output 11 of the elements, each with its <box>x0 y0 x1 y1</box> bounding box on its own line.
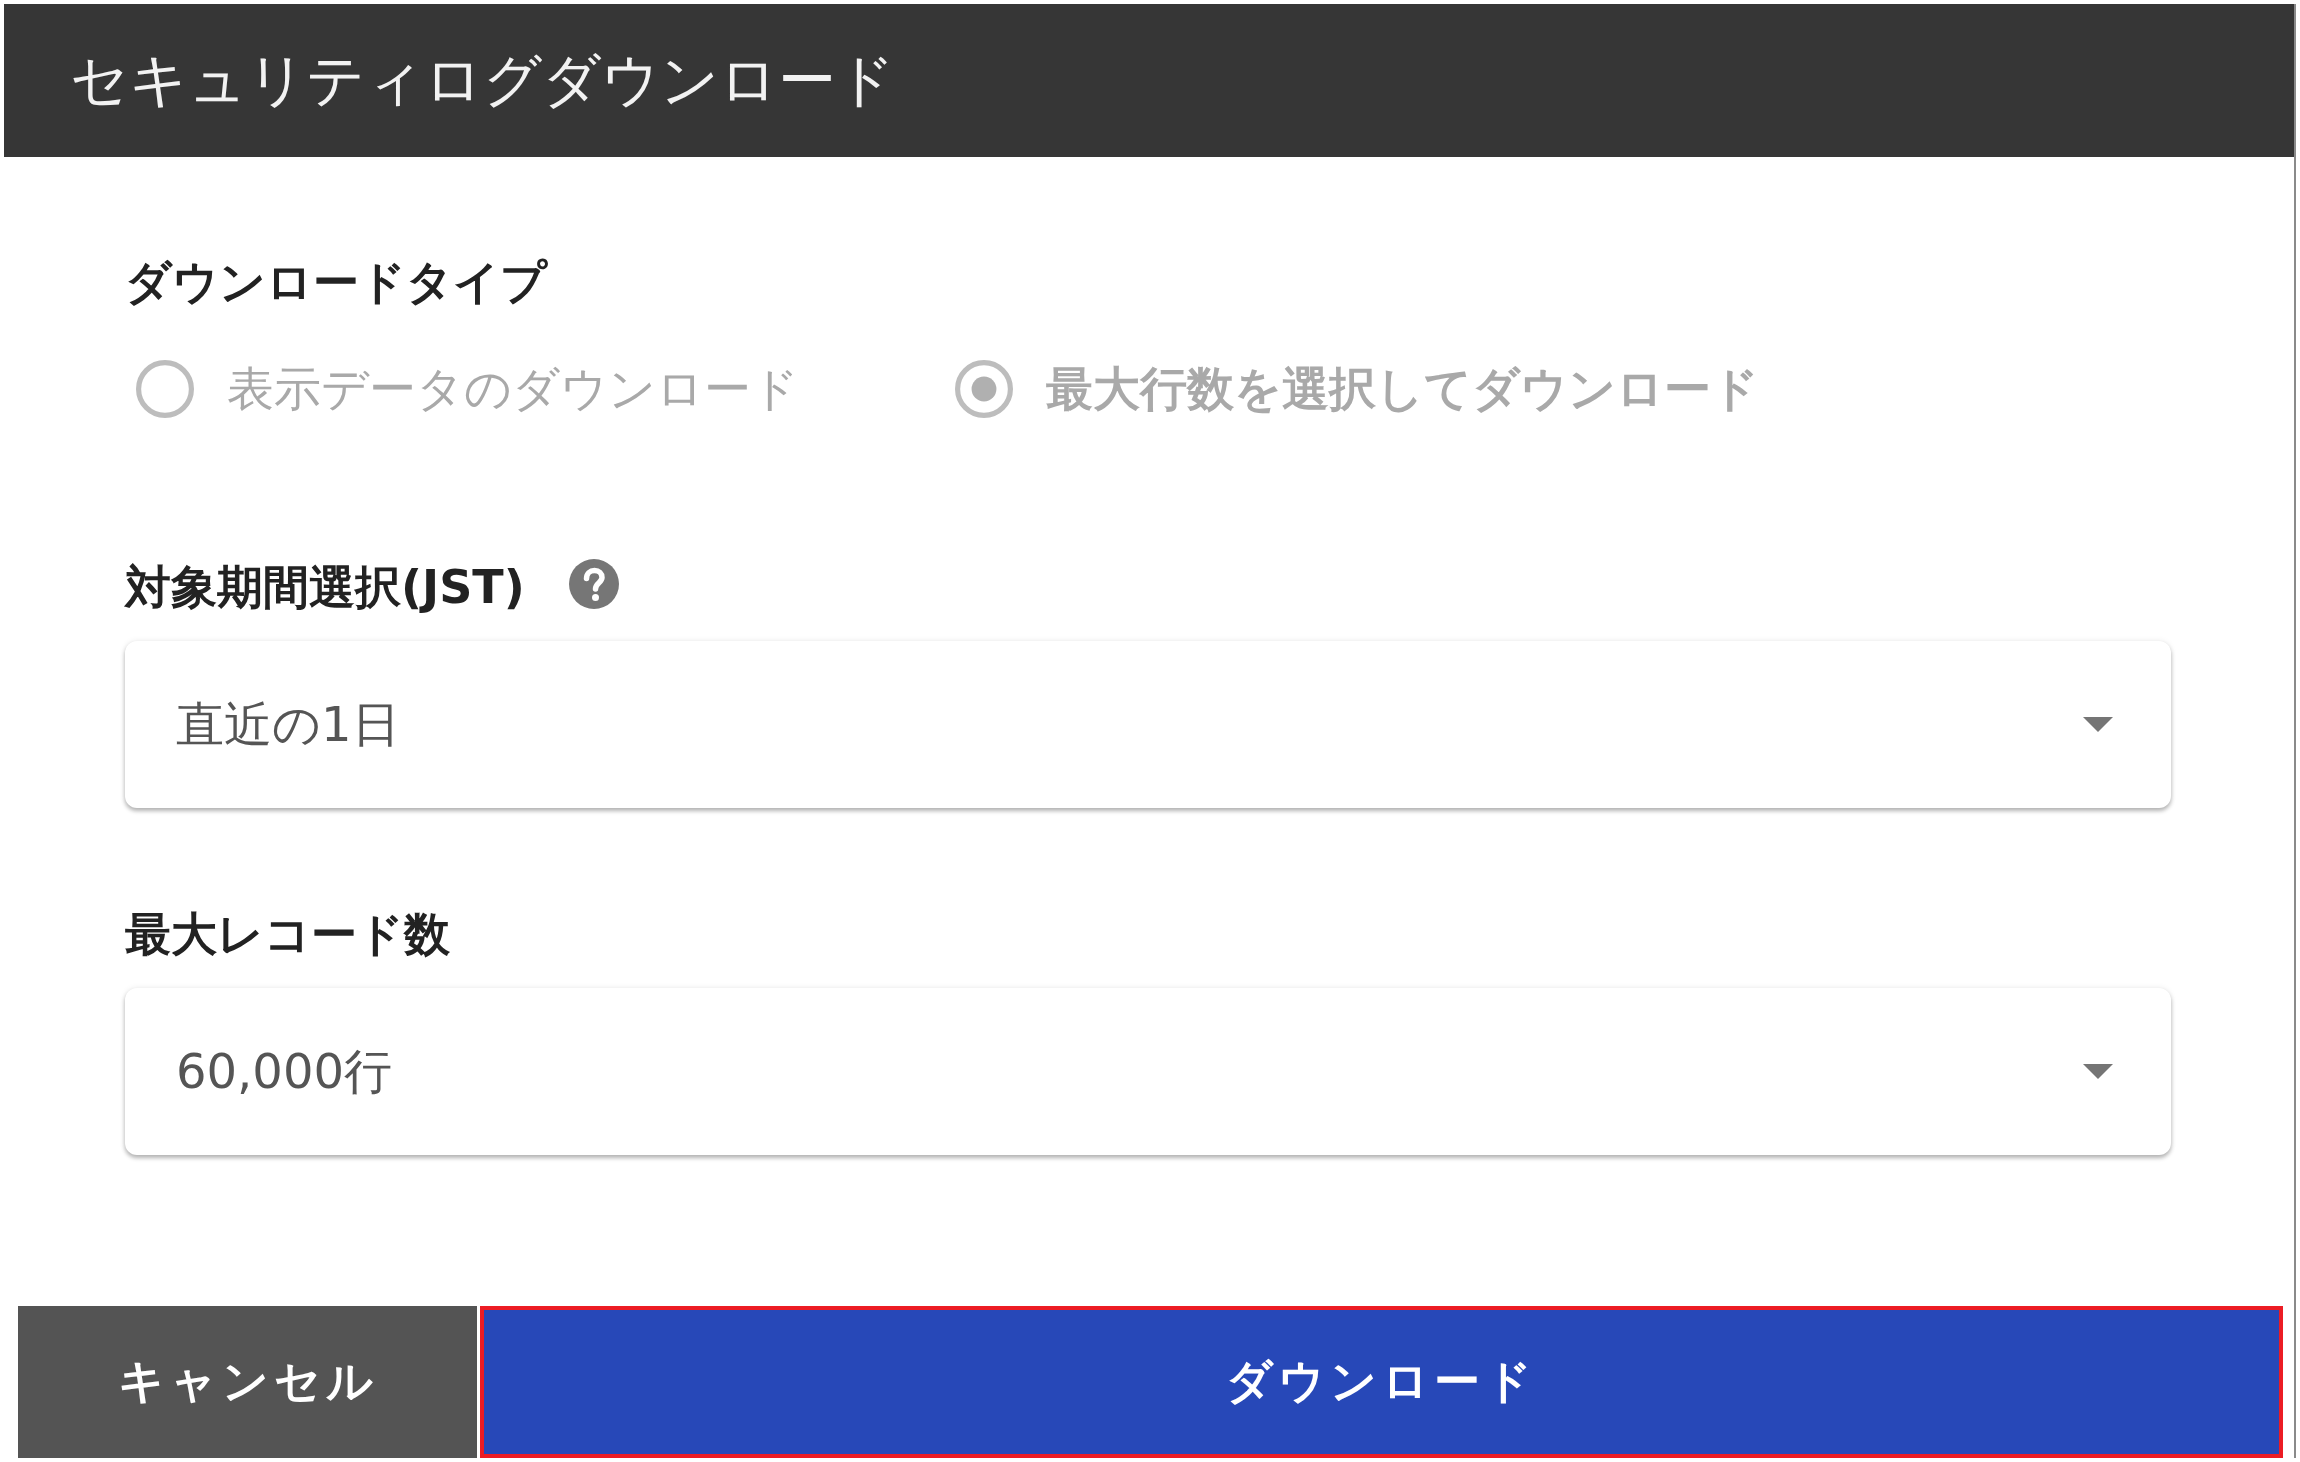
caret-icon <box>2083 717 2113 732</box>
download-button[interactable]: ダウンロード <box>480 1306 2283 1458</box>
dropdown[interactable]: 60,000行 <box>125 988 2171 1155</box>
dropdown[interactable]: 直近の1日 <box>125 641 2171 808</box>
caret-icon <box>2083 1064 2113 1079</box>
section-label: ダウンロードタイプ <box>125 255 547 310</box>
field-label: 対象期間選択(JST) <box>125 560 525 615</box>
help-icon[interactable] <box>568 558 619 609</box>
cancel-button[interactable]: キャンセル <box>18 1306 477 1458</box>
dialog-title: セキュリティログダウンロード <box>70 45 895 116</box>
field-label: 最大レコード数 <box>125 907 450 962</box>
